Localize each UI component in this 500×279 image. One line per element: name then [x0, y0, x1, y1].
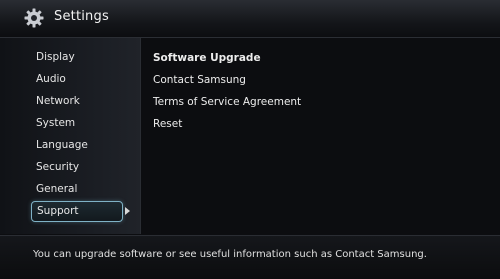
info-bar: You can upgrade software or see useful i… [0, 235, 500, 279]
support-options-panel: Software Upgrade Contact Samsung Terms o… [141, 38, 500, 234]
chevron-right-icon [125, 207, 130, 215]
terms-of-service-option[interactable]: Terms of Service Agreement [153, 96, 301, 108]
sidebar-item-language[interactable]: Language [31, 135, 123, 156]
software-upgrade-option[interactable]: Software Upgrade [153, 52, 261, 64]
sidebar-item-system[interactable]: System [31, 113, 123, 134]
reset-option[interactable]: Reset [153, 118, 182, 130]
sidebar-item-general[interactable]: General [31, 179, 123, 200]
settings-sidebar: Display Audio Network System Language Se… [0, 38, 141, 234]
sidebar-item-display[interactable]: Display [31, 47, 123, 68]
help-text: You can upgrade software or see useful i… [33, 249, 427, 260]
sidebar-item-support[interactable]: Support [31, 201, 123, 222]
page-title: Settings [54, 9, 109, 24]
gear-icon [24, 8, 44, 28]
header-bar: Settings [0, 0, 500, 38]
sidebar-item-network[interactable]: Network [31, 91, 123, 112]
settings-screen: Settings Display Audio Network System La… [0, 0, 500, 279]
contact-samsung-option[interactable]: Contact Samsung [153, 74, 246, 86]
sidebar-item-audio[interactable]: Audio [31, 69, 123, 90]
sidebar-item-security[interactable]: Security [31, 157, 123, 178]
